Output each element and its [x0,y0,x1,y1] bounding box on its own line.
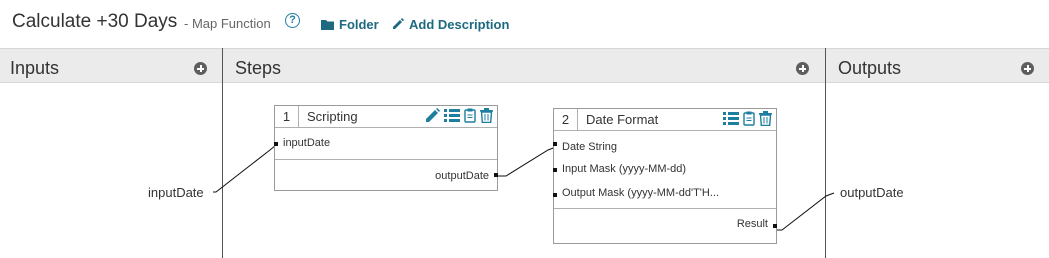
output-item[interactable]: outputDate [840,185,904,200]
page-subtitle: - Map Function [184,16,271,31]
add-description-button[interactable]: Add Description [392,15,509,33]
folder-label: Folder [339,16,379,32]
list-icon[interactable] [723,111,739,126]
step-box-date-format[interactable]: 2 Date Format Date String Input Mask (yy… [553,108,777,244]
folder-icon [321,19,334,30]
step-input-port[interactable]: Input Mask (yyyy-MM-dd) [553,157,776,182]
edit-icon[interactable] [425,108,440,123]
step-input-port[interactable]: Output Mask (yyyy-MM-dd'T'H... [553,182,776,208]
list-icon[interactable] [444,108,460,123]
pencil-icon [393,18,404,29]
step-number: 2 [554,109,578,130]
step-toolbar [723,111,772,126]
header: Calculate +30 Days - Map Function ? Fold… [0,0,1049,48]
add-description-label: Add Description [409,16,510,32]
step-input-port[interactable]: inputDate [274,128,497,159]
copy-icon[interactable] [743,111,755,126]
step-toolbar [425,108,493,123]
column-divider [825,48,826,258]
add-step-icon[interactable] [796,62,809,75]
step-output-port[interactable]: outputDate [275,159,498,190]
column-divider [222,48,223,258]
step-name: Date Format [586,112,659,127]
step-header: 2 Date Format [554,109,776,131]
outputs-column-title: Outputs [838,58,902,78]
delete-icon[interactable] [480,108,493,123]
add-output-icon[interactable] [1021,62,1034,75]
step-input-port[interactable]: Date String [553,131,776,157]
step-output-port[interactable]: Result [554,208,777,242]
step-box-scripting[interactable]: 1 Scripting inputDate outputDate [274,105,498,191]
input-item[interactable]: inputDate [148,185,204,200]
delete-icon[interactable] [759,111,772,126]
help-icon[interactable]: ? [285,13,300,28]
page-title: Calculate +30 Days [12,11,178,32]
column-header-band: Inputs Steps Outputs [0,48,1049,83]
step-number: 1 [275,106,299,127]
add-input-icon[interactable] [194,62,207,75]
step-name: Scripting [307,109,358,124]
step-header: 1 Scripting [275,106,497,128]
folder-button[interactable]: Folder [321,15,379,33]
copy-icon[interactable] [464,108,476,123]
inputs-column-title: Inputs [10,58,60,78]
steps-column-title: Steps [235,58,282,78]
